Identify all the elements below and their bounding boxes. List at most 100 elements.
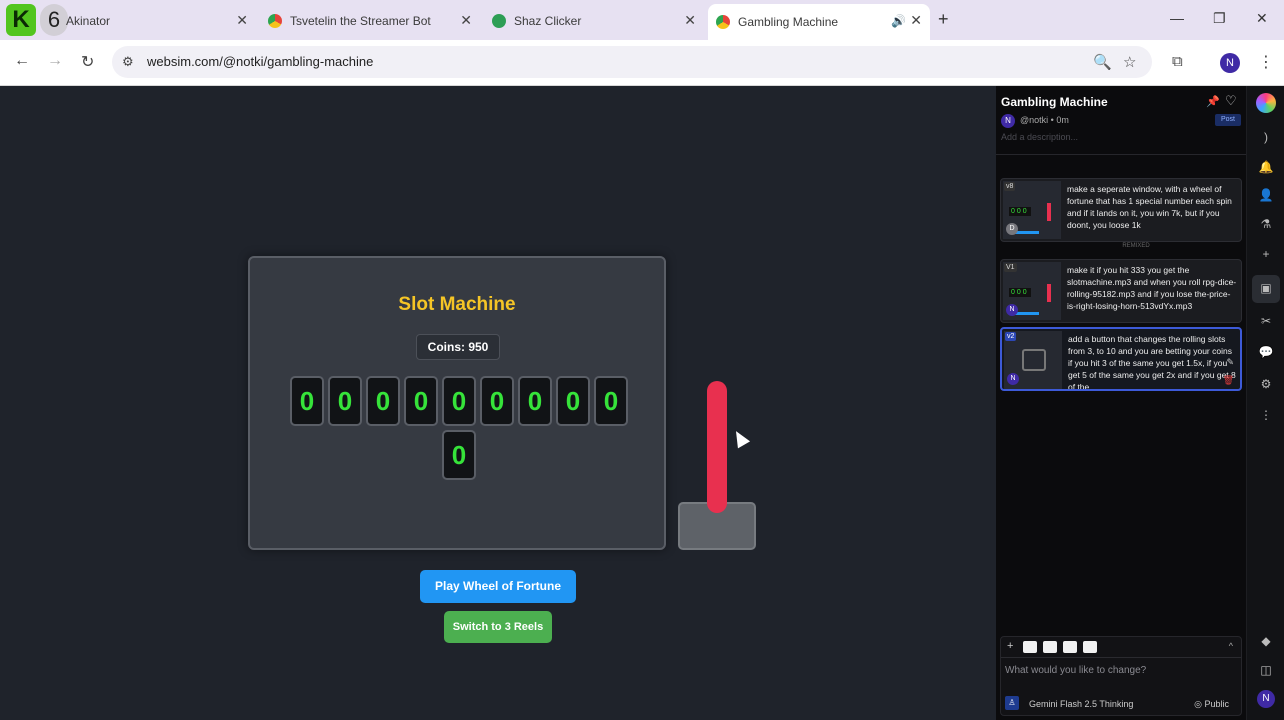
visibility-toggle[interactable]: ◎ Public [1194,699,1229,710]
play-wheel-button[interactable]: Play Wheel of Fortune [420,570,576,603]
project-title: Gambling Machine [1001,95,1108,109]
switch-reels-button[interactable]: Switch to 3 Reels [444,611,552,643]
version-avatar: D [1006,223,1018,235]
reels: 0 0 0 0 0 0 0 0 0 0 [288,376,630,480]
reel: 0 [556,376,590,426]
tab-akinator[interactable]: Akinator ✕ [66,6,256,36]
chat-icon[interactable]: 💬 [1258,345,1274,359]
diamond-icon[interactable]: ◆ [1258,634,1274,648]
more-icon[interactable]: ⋮ [1258,408,1274,422]
attachment-chip[interactable] [1043,641,1057,653]
heart-icon[interactable]: ♡ [1225,93,1237,109]
model-icon[interactable]: ♙ [1005,696,1019,710]
tab-tsvetelin[interactable]: Tsvetelin the Streamer Bot ✕ [262,6,480,36]
flask-icon[interactable]: ⚗ [1258,217,1274,231]
close-icon[interactable]: ✕ [684,12,696,29]
tab-title: Gambling Machine [738,15,839,29]
tab-title: Shaz Clicker [514,14,582,28]
mini-lever [1047,284,1051,302]
site-settings-icon[interactable]: ⚙ [122,54,134,70]
forward-button[interactable]: → [47,52,63,70]
slot-machine-panel: Slot Machine Coins: 950 0 0 0 0 0 0 0 0 … [248,256,666,550]
prompt-input[interactable] [1005,662,1235,678]
reel: 0 [366,376,400,426]
version-card[interactable]: 000 v8 D make a seperate window, with a … [1000,178,1242,242]
websim-logo-icon[interactable] [1256,93,1276,113]
sidebar-toggle-icon[interactable]: ◫ [1258,663,1274,677]
close-icon[interactable]: ✕ [460,12,472,29]
tab-count-badge[interactable]: 6 [40,4,68,36]
address-bar-row: ← → ↻ ⚙ websim.com/@notki/gambling-machi… [0,40,1284,86]
extensions-icon[interactable]: ⧉ [1172,53,1183,70]
websim-sidebar: Gambling Machine 📌 ♡ N @notki • 0m Post … [996,86,1246,720]
image-icon[interactable]: ▣ [1258,281,1274,295]
plus-icon[interactable]: + [1258,247,1274,261]
feed-icon[interactable]: ) [1258,130,1274,144]
restore-button[interactable]: ❐ [1213,10,1226,27]
author-meta: @notki • 0m [1020,115,1069,125]
version-avatar: N [1007,373,1019,385]
reel: 0 [594,376,628,426]
menu-icon[interactable]: ⋮ [1258,52,1274,72]
tab-title: Tsvetelin the Streamer Bot [290,14,431,28]
mini-reels: 000 [1009,288,1031,297]
app-canvas: Slot Machine Coins: 950 0 0 0 0 0 0 0 0 … [0,86,996,720]
add-icon[interactable]: + [1007,640,1013,652]
reel: 0 [290,376,324,426]
author-name[interactable]: @notki [1020,115,1048,125]
mini-reels: 000 [1009,207,1031,216]
user-icon[interactable]: 👤 [1258,188,1274,202]
tab-gambling-machine[interactable]: Gambling Machine 🔊 ✕ [708,4,930,40]
attachment-chip[interactable] [1023,641,1037,653]
prompt-composer: + ^ ♙ Gemini Flash 2.5 Thinking ◎ Public [1000,636,1242,716]
user-avatar[interactable]: N [1257,690,1275,708]
post-button[interactable]: Post [1215,114,1241,126]
edit-icon[interactable]: ✎ [1226,357,1234,368]
slot-title: Slot Machine [398,294,516,315]
attachment-chip[interactable] [1083,641,1097,653]
speaker-icon[interactable]: 🔊 [891,14,906,28]
version-prompt: add a button that changes the rolling sl… [1068,334,1236,391]
right-rail: ) 🔔 👤 ⚗ + ▣ ✂ 💬 ⚙ ⋮ ◆ ◫ N [1246,86,1284,720]
reel: 0 [404,376,438,426]
version-card-active[interactable]: v2 N add a button that changes the rolli… [1000,327,1242,391]
bookmark-star-icon[interactable]: ☆ [1123,53,1136,71]
globe-icon: ◎ [1194,699,1205,709]
description-field[interactable]: Add a description... [1001,132,1078,142]
delete-icon[interactable]: 🗑 [1223,375,1234,386]
mouse-cursor-icon [729,427,751,449]
author-avatar[interactable]: N [1001,114,1015,128]
version-prompt: make a seperate window, with a wheel of … [1067,184,1232,230]
reload-button[interactable]: ↻ [81,52,94,72]
close-window-button[interactable]: ✕ [1256,10,1268,27]
slot-lever[interactable] [707,381,727,513]
k-logo[interactable]: K [6,4,36,36]
chrome-icon [716,15,730,29]
url-text[interactable]: websim.com/@notki/gambling-machine [147,54,373,69]
tools-icon[interactable]: ✂ [1258,314,1274,328]
model-selector[interactable]: Gemini Flash 2.5 Thinking [1029,699,1133,709]
gear-icon[interactable]: ⚙ [1258,377,1274,391]
profile-avatar[interactable]: N [1220,53,1240,73]
bell-icon[interactable]: 🔔 [1258,160,1274,174]
reel: 0 [480,376,514,426]
reel: 0 [442,376,476,426]
chevron-up-icon[interactable]: ^ [1229,641,1233,651]
back-button[interactable]: ← [14,52,30,70]
divider [1001,657,1241,658]
close-icon[interactable]: ✕ [910,12,922,29]
omnibox[interactable]: ⚙ websim.com/@notki/gambling-machine 🔍 ☆ [112,46,1152,78]
version-card[interactable]: 000 V1 N make it if you hit 333 you get … [1000,259,1242,323]
close-icon[interactable]: ✕ [236,12,248,29]
reel: 0 [442,430,476,480]
chrome-icon [268,14,282,28]
pin-icon[interactable]: 📌 [1206,95,1220,108]
version-label: v2 [1005,332,1017,341]
zoom-icon[interactable]: 🔍 [1093,53,1112,71]
version-prompt: make it if you hit 333 you get the slotm… [1067,265,1237,311]
tab-shaz-clicker[interactable]: Shaz Clicker ✕ [486,6,704,36]
attachment-chip[interactable] [1063,641,1077,653]
minimize-button[interactable]: — [1170,10,1184,26]
divider [996,154,1246,155]
new-tab-button[interactable]: + [938,9,949,30]
